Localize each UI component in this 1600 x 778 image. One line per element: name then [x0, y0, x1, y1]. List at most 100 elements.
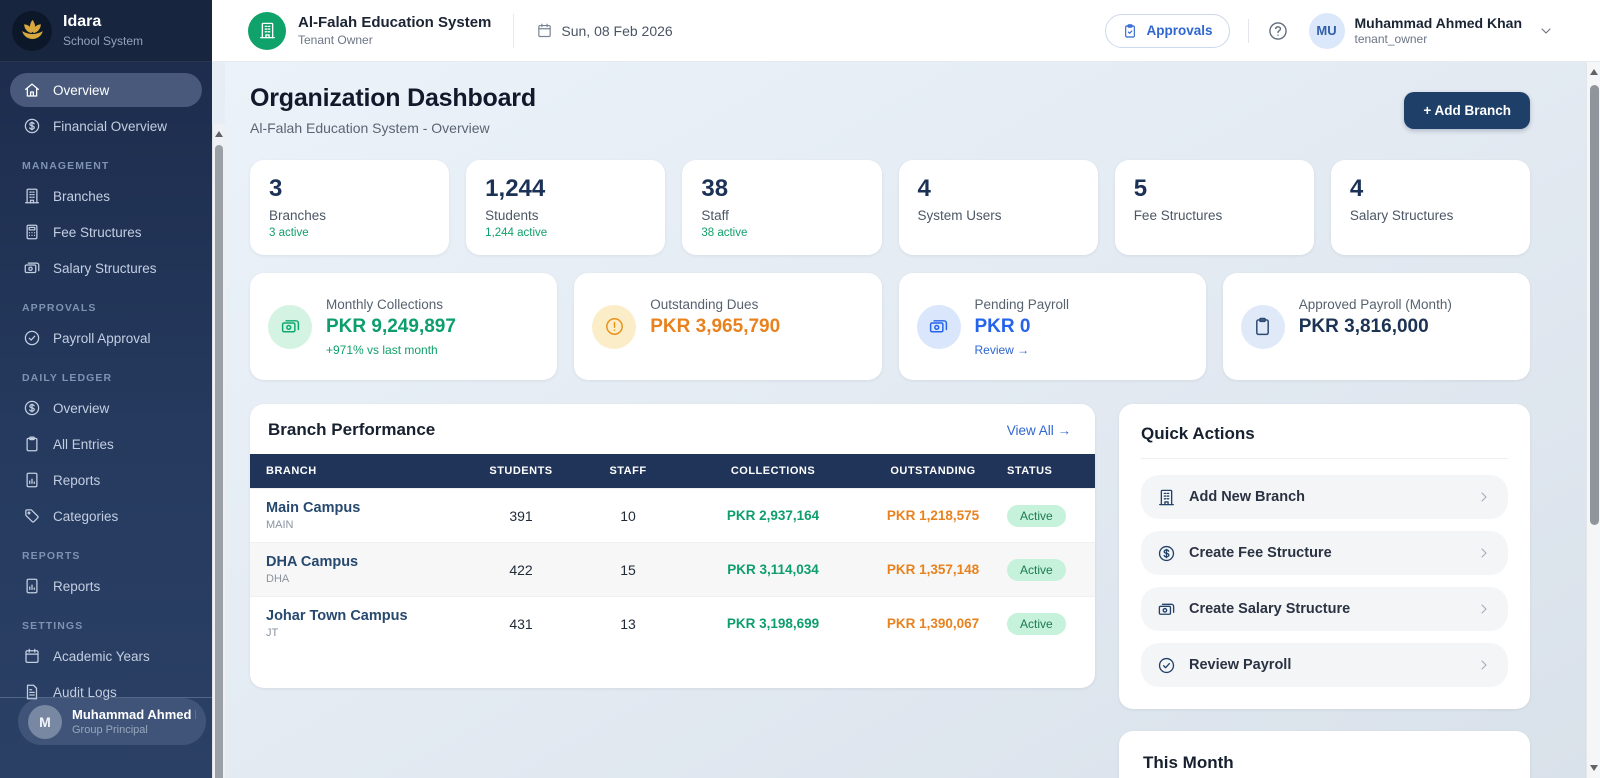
quick-action-label: Review Payroll [1189, 657, 1292, 673]
dashboard-content: Organization Dashboard Al-Falah Educatio… [225, 62, 1586, 778]
monthly-collections-card: Monthly Collections PKR 9,249,897 +971% … [250, 273, 558, 380]
cell-collections: PKR 2,937,164 [726, 508, 820, 523]
quick-action-create-salary-structure[interactable]: Create Salary Structure [1141, 587, 1508, 631]
scroll-up-icon[interactable] [1589, 69, 1598, 75]
chevron-right-icon [1476, 489, 1492, 505]
fin-amount: PKR 9,249,897 [326, 315, 456, 337]
sidebar-item-categories[interactable]: Categories [10, 499, 202, 533]
sidebar-item-overview[interactable]: Overview [10, 73, 202, 107]
sidebar-item-branches[interactable]: Branches [10, 179, 202, 213]
brand: Idara School System [0, 0, 212, 62]
header-divider [1247, 18, 1249, 43]
calendar-icon [536, 22, 553, 39]
avatar: M [28, 704, 62, 739]
branch-name-link[interactable]: Main Campus [266, 500, 457, 516]
cell-staff: 10 [620, 507, 636, 524]
stat-card-students: 1,244 Students 1,244 active [466, 160, 666, 255]
cell-students: 391 [509, 507, 533, 524]
date-text: Sun, 08 Feb 2026 [561, 22, 673, 39]
nav-section-reports: REPORTS [22, 550, 81, 562]
sidebar-scrollbar[interactable] [212, 124, 225, 778]
stat-active-count: 38 active [701, 227, 748, 239]
quick-action-label: Add New Branch [1189, 489, 1306, 505]
report-icon [23, 577, 41, 595]
brand-title: Idara [63, 13, 102, 31]
sidebar-item-fee-structures[interactable]: Fee Structures [10, 215, 202, 249]
banknotes-icon [916, 304, 961, 349]
sidebar-item-payroll-approval[interactable]: Payroll Approval [10, 321, 202, 355]
scrollbar-thumb[interactable] [215, 145, 223, 778]
nav-section-management: MANAGEMENT [22, 160, 110, 172]
sidebar-item-label: Categories [53, 508, 119, 524]
page-subtitle: Al-Falah Education System - Overview [250, 120, 490, 136]
branch-name-link[interactable]: Johar Town Campus [266, 608, 457, 624]
review-link[interactable]: Review → [975, 343, 1070, 357]
tag-icon [23, 507, 41, 525]
pending-payroll-card: Pending Payroll PKR 0 Review → [898, 273, 1206, 380]
sidebar-item-all-entries[interactable]: All Entries [10, 427, 202, 461]
sidebar-item-label: Overview [53, 82, 110, 98]
sidebar-user-name: Muhammad Ahmed K... [72, 707, 196, 722]
quick-action-review-payroll[interactable]: Review Payroll [1141, 643, 1508, 687]
cell-collections: PKR 3,198,699 [726, 616, 820, 631]
sidebar-user-chip[interactable]: M Muhammad Ahmed K... Group Principal [18, 698, 206, 745]
stat-card-branches: 3 Branches 3 active [250, 160, 450, 255]
add-branch-button[interactable]: + Add Branch [1404, 91, 1530, 129]
status-badge: Active [1007, 504, 1066, 527]
branch-code: MAIN [266, 519, 294, 531]
table-row[interactable]: DHA Campus DHA 422 15 PKR 3,114,034 PKR … [250, 542, 1095, 596]
fin-label: Approved Payroll (Month) [1298, 297, 1452, 312]
outstanding-dues-card: Outstanding Dues PKR 3,965,790 [574, 273, 882, 380]
branch-performance-title: Branch Performance [268, 420, 436, 439]
idara-logo-icon [12, 10, 52, 51]
cell-staff: 15 [620, 561, 636, 578]
quick-action-add-new-branch[interactable]: Add New Branch [1141, 475, 1508, 519]
stat-value: 4 [917, 175, 931, 202]
tenant-info: Al-Falah Education System Tenant Owner [248, 11, 491, 50]
stat-active-count [1134, 227, 1295, 240]
this-month-title: This Month [1143, 753, 1234, 772]
nav-section-settings: SETTINGS [22, 620, 84, 632]
sidebar-item-financial-overview[interactable]: Financial Overview [10, 109, 202, 143]
user-menu[interactable]: MU Muhammad Ahmed Khan tenant_owner [1308, 12, 1555, 49]
view-all-link[interactable]: View All → [1007, 423, 1071, 438]
scroll-down-icon[interactable] [1589, 765, 1598, 771]
stat-label: Salary Structures [1349, 208, 1454, 223]
stat-active-count [1350, 227, 1511, 240]
stat-label: System Users [917, 208, 1002, 223]
stat-value: 38 [701, 175, 729, 202]
stat-card-fee-structures: 5 Fee Structures [1114, 160, 1314, 255]
top-header: Al-Falah Education System Tenant Owner S… [212, 0, 1600, 62]
stat-card-staff: 38 Staff 38 active [682, 160, 882, 255]
table-row[interactable]: Main Campus MAIN 391 10 PKR 2,937,164 PK… [250, 488, 1095, 542]
dollar-circle-icon [23, 117, 41, 135]
clipboard-icon [23, 435, 41, 453]
fin-trend: +971% vs last month [326, 342, 438, 357]
column-header-staff: STAFF [609, 465, 647, 477]
quick-action-create-fee-structure[interactable]: Create Fee Structure [1141, 531, 1508, 575]
scroll-up-icon[interactable] [215, 131, 223, 137]
main-scrollbar[interactable] [1586, 62, 1600, 778]
table-row[interactable]: Johar Town Campus JT 431 13 PKR 3,198,69… [250, 596, 1095, 650]
help-icon[interactable] [1267, 20, 1289, 42]
banknotes-icon [1157, 600, 1176, 619]
app-root: Idara School System Overview Financial O… [0, 0, 1600, 778]
sidebar-item-salary-structures[interactable]: Salary Structures [10, 251, 202, 285]
brand-subtitle: School System [63, 33, 144, 48]
sidebar-item-label: Academic Years [53, 648, 150, 664]
branch-name-link[interactable]: DHA Campus [266, 554, 457, 570]
sidebar-item-reports[interactable]: Reports [10, 569, 202, 603]
stat-label: Staff [701, 208, 729, 223]
header-user-role: tenant_owner [1354, 32, 1428, 46]
report-icon [23, 471, 41, 489]
sidebar-item-label: Payroll Approval [53, 330, 151, 346]
scrollbar-thumb[interactable] [1589, 85, 1599, 525]
sidebar-item-label: Overview [53, 400, 110, 416]
quick-actions-card: Quick Actions Add New Branch Create Fee … [1119, 404, 1530, 709]
current-date: Sun, 08 Feb 2026 [536, 22, 673, 39]
stat-value: 3 [269, 175, 283, 202]
sidebar-item-ledger-overview[interactable]: Overview [10, 391, 202, 425]
sidebar-item-ledger-reports[interactable]: Reports [10, 463, 202, 497]
approvals-button[interactable]: Approvals [1105, 13, 1230, 48]
sidebar-item-academic-years[interactable]: Academic Years [10, 639, 202, 673]
